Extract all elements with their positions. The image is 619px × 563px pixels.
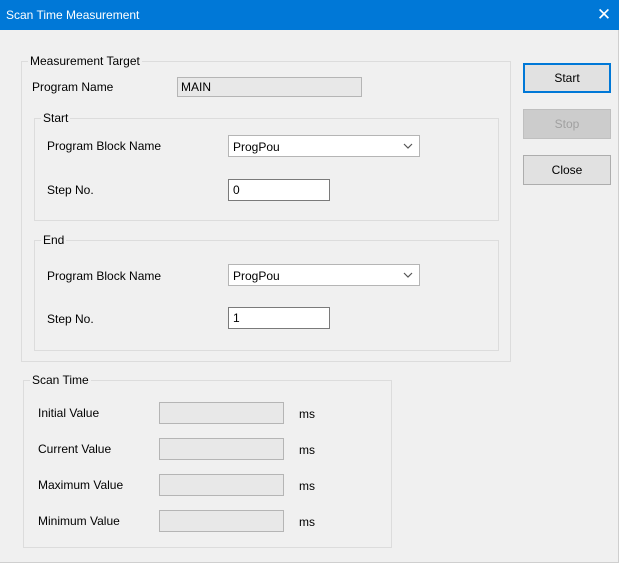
end-step-label: Step No. [47,312,94,326]
end-group: End [34,233,499,351]
minimum-value-label: Minimum Value [38,514,120,528]
end-legend: End [43,233,65,247]
start-button[interactable]: Start [523,63,611,93]
start-legend: Start [43,111,69,125]
minimum-value-unit: ms [299,515,315,529]
initial-value-label: Initial Value [38,406,100,420]
chevron-down-icon [403,272,413,278]
close-button[interactable]: Close [523,155,611,185]
start-program-block-value: ProgPou [233,140,280,154]
chevron-down-icon [403,143,413,149]
end-program-block-value: ProgPou [233,269,280,283]
current-value-label: Current Value [38,442,112,456]
initial-value-unit: ms [299,407,315,421]
minimum-value-field [159,510,284,532]
maximum-value-field [159,474,284,496]
end-program-block-combo[interactable]: ProgPou [228,264,420,286]
end-program-block-label: Program Block Name [47,269,162,283]
title-bar: Scan Time Measurement ✕ [0,0,619,30]
start-program-block-combo[interactable]: ProgPou [228,135,420,157]
measurement-target-legend: Measurement Target [30,54,140,68]
start-group: Start [34,111,499,221]
stop-button[interactable]: Stop [523,109,611,139]
current-value-field [159,438,284,460]
maximum-value-unit: ms [299,479,315,493]
window-title: Scan Time Measurement [6,8,140,22]
scan-time-legend: Scan Time [32,373,89,387]
start-step-label: Step No. [47,183,94,197]
program-name-label: Program Name [32,80,114,94]
scan-time-measurement-dialog: Scan Time Measurement ✕ Measurement Targ… [0,0,619,563]
initial-value-field [159,402,284,424]
maximum-value-label: Maximum Value [38,478,124,492]
start-step-input[interactable]: 0 [228,179,330,201]
dialog-body: Measurement Target Program Name MAIN Sta… [0,30,619,563]
current-value-unit: ms [299,443,315,457]
close-icon[interactable]: ✕ [589,0,619,30]
start-program-block-label: Program Block Name [47,139,162,153]
end-step-input[interactable]: 1 [228,307,330,329]
program-name-field: MAIN [177,77,362,97]
